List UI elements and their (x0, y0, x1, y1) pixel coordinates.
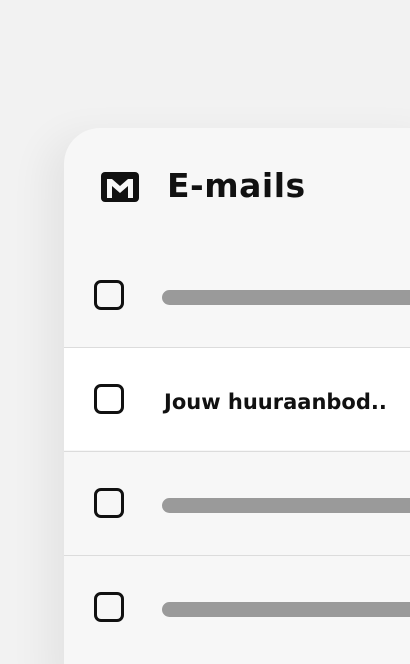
mail-icon (101, 172, 139, 202)
email-row[interactable] (64, 555, 410, 658)
email-row-selected[interactable]: Jouw huuraanbod.. (64, 347, 410, 450)
page: E-mails Jouw huuraanbod.. (0, 0, 410, 664)
email-checkbox[interactable] (94, 488, 124, 518)
email-subject-placeholder (162, 290, 410, 305)
email-row[interactable] (64, 451, 410, 554)
email-subject: Jouw huuraanbod.. (164, 390, 387, 414)
email-row[interactable] (64, 244, 410, 347)
emails-panel-header: E-mails (64, 128, 410, 244)
email-checkbox[interactable] (94, 280, 124, 310)
emails-panel: E-mails Jouw huuraanbod.. (64, 128, 410, 664)
email-subject-placeholder (162, 498, 410, 513)
email-checkbox[interactable] (94, 384, 124, 414)
email-subject-placeholder (162, 602, 410, 617)
emails-panel-title: E-mails (167, 166, 306, 205)
email-checkbox[interactable] (94, 592, 124, 622)
